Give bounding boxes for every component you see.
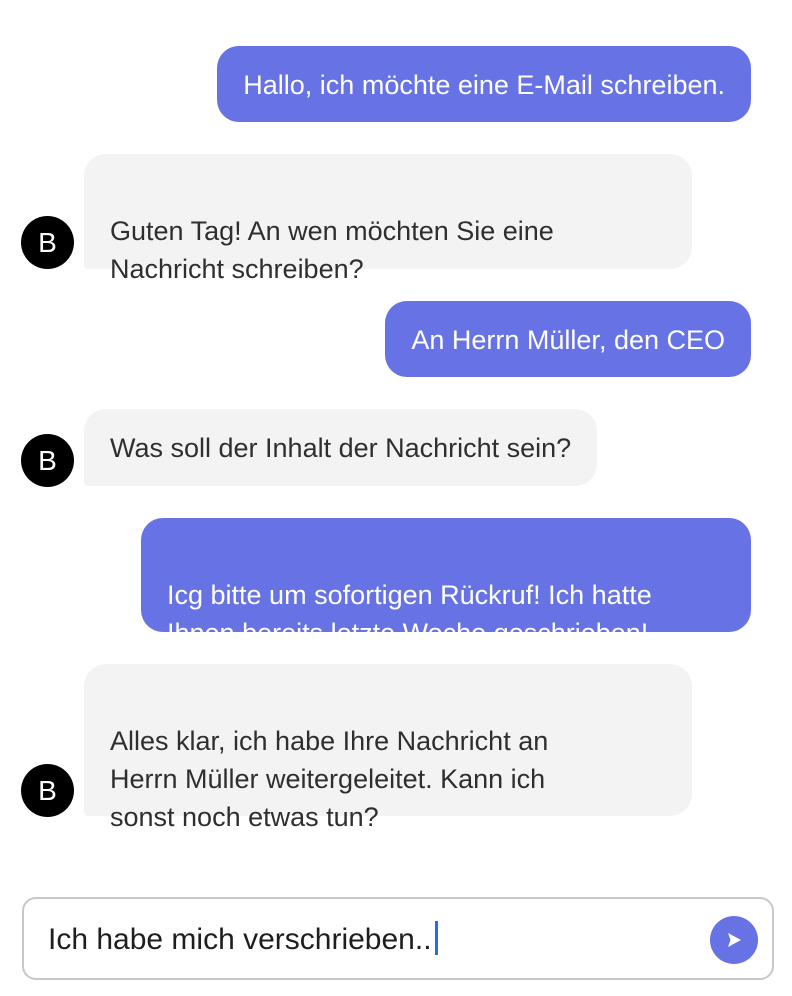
user-message: Hallo, ich möchte eine E-Mail schreiben. <box>217 46 751 122</box>
text-caret <box>434 921 438 955</box>
send-arrow-icon <box>728 933 741 947</box>
bot-message: Was soll der Inhalt der Nachricht sein? <box>84 409 598 486</box>
message-text: Alles klar, ich habe Ihre Nachricht an H… <box>110 726 549 832</box>
message-input[interactable]: Ich habe mich verschrieben.. <box>22 897 774 980</box>
message-text: An Herrn Müller, den CEO <box>411 325 725 355</box>
bot-avatar: B <box>21 764 74 817</box>
message-text: Was soll der Inhalt der Nachricht sein? <box>110 433 572 463</box>
message-text: Icg bitte um sofortigen Rückruf! Ich hat… <box>167 580 652 648</box>
message-text: Guten Tag! An wen möchten Sie eine Nachr… <box>110 216 554 284</box>
user-message: An Herrn Müller, den CEO <box>385 301 751 377</box>
bot-message: Alles klar, ich habe Ihre Nachricht an H… <box>84 664 692 832</box>
message-input-value: Ich habe mich verschrieben.. <box>48 923 432 956</box>
user-message: Icg bitte um sofortigen Rückruf! Ich hat… <box>141 518 751 648</box>
bot-avatar: B <box>21 434 74 487</box>
message-text: Hallo, ich möchte eine E-Mail schreiben. <box>243 70 725 100</box>
send-button[interactable] <box>710 916 758 964</box>
bot-avatar: B <box>21 216 74 269</box>
chat-window: Hallo, ich möchte eine E-Mail schreiben.… <box>0 0 792 996</box>
bot-message: Guten Tag! An wen möchten Sie eine Nachr… <box>84 154 692 284</box>
message-input-text[interactable]: Ich habe mich verschrieben.. <box>48 920 438 960</box>
